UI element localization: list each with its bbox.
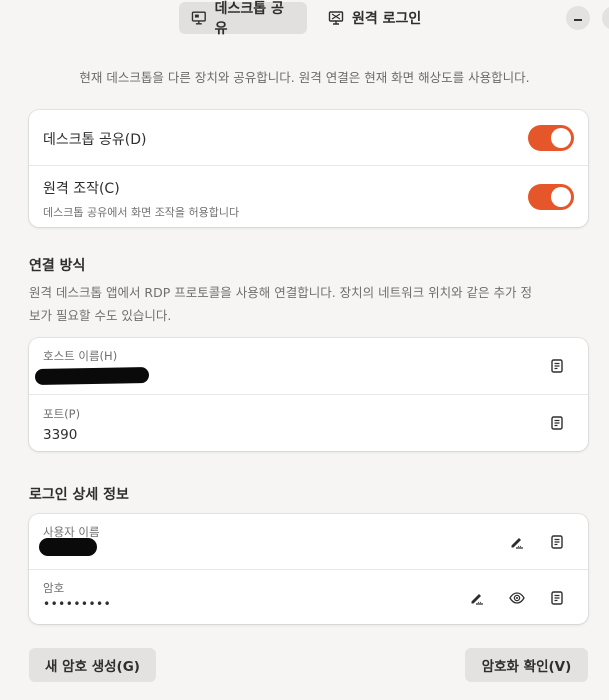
hostname-label: 호스트 이름(H)	[43, 349, 118, 363]
edit-icon	[511, 538, 523, 549]
connection-card: 호스트 이름(H) 포트(P) 3390	[29, 338, 588, 451]
desktop-sharing-label: 데스크톱 공유(D)	[43, 132, 147, 148]
copy-username-button[interactable]	[546, 531, 568, 553]
password-value: •••••••••	[43, 597, 112, 611]
remote-control-label: 원격 조작(C)	[43, 181, 120, 197]
toggle-knob	[551, 128, 571, 148]
tab-remote-login-label: 원격 로그인	[352, 11, 422, 27]
copy-hostname-button[interactable]	[546, 355, 568, 377]
port-label: 포트(P)	[43, 407, 81, 421]
tab-remote-login[interactable]: 원격 로그인	[316, 2, 433, 34]
minimize-button[interactable]	[566, 6, 590, 30]
remote-control-subtitle: 데스크톱 공유에서 화면 조작을 허용합니다	[43, 206, 240, 219]
page-description: 현재 데스크톱을 다른 장치와 공유합니다. 원격 연결은 현재 화면 해상도를…	[79, 70, 530, 85]
remote-login-icon	[328, 11, 344, 25]
edit-password-button[interactable]	[466, 587, 488, 609]
header-bar: 데스크톱 공유 원격 로그인	[0, 0, 609, 40]
connection-description-line1: 원격 데스크톱 앱에서 RDP 프로토콜을 사용해 연결합니다. 장치의 네트워…	[29, 285, 533, 300]
minimize-icon	[574, 19, 582, 21]
connection-section-title: 연결 방식	[29, 258, 86, 274]
desktop-share-icon	[191, 11, 206, 25]
copy-icon	[551, 359, 563, 373]
edit-username-button[interactable]	[506, 531, 528, 553]
login-section-title: 로그인 상세 정보	[29, 487, 129, 503]
password-label: 암호	[43, 581, 65, 595]
connection-description: 원격 데스크톱 앱에서 RDP 프로토콜을 사용해 연결합니다. 장치의 네트워…	[29, 281, 589, 327]
sharing-card: 데스크톱 공유(D) 원격 조작(C) 데스크톱 공유에서 화면 조작을 허용합…	[29, 110, 588, 227]
toggle-knob	[551, 187, 571, 207]
generate-password-button[interactable]: 새 암호 생성(G)	[29, 648, 156, 682]
maximize-button[interactable]	[602, 6, 609, 30]
port-row: 포트(P) 3390	[29, 394, 588, 451]
copy-password-button[interactable]	[546, 587, 568, 609]
hostname-redaction	[34, 367, 150, 385]
copy-icon	[551, 416, 563, 430]
hostname-row: 호스트 이름(H)	[29, 338, 588, 394]
username-row: 사용자 이름	[29, 514, 588, 569]
copy-port-button[interactable]	[546, 412, 568, 434]
eye-icon	[509, 592, 525, 604]
show-password-button[interactable]	[506, 587, 528, 609]
connection-description-line2: 보가 필요할 수도 있습니다.	[29, 308, 172, 323]
desktop-sharing-row[interactable]: 데스크톱 공유(D)	[29, 110, 588, 165]
desktop-sharing-toggle[interactable]	[528, 125, 574, 151]
verify-encryption-button[interactable]: 암호화 확인(V)	[465, 648, 588, 682]
port-value: 3390	[43, 427, 78, 443]
edit-icon	[471, 594, 483, 605]
copy-icon	[551, 591, 563, 605]
tab-desktop-sharing[interactable]: 데스크톱 공유	[179, 1, 307, 37]
password-row: 암호 •••••••••	[29, 569, 588, 624]
remote-control-toggle[interactable]	[528, 184, 574, 210]
username-redaction	[39, 538, 97, 556]
copy-icon	[551, 535, 563, 549]
remote-control-row[interactable]: 원격 조작(C) 데스크톱 공유에서 화면 조작을 허용합니다	[29, 165, 588, 227]
login-card: 사용자 이름 암호 •••••••••	[29, 514, 588, 624]
tab-desktop-sharing-label: 데스크톱 공유	[214, 1, 284, 37]
